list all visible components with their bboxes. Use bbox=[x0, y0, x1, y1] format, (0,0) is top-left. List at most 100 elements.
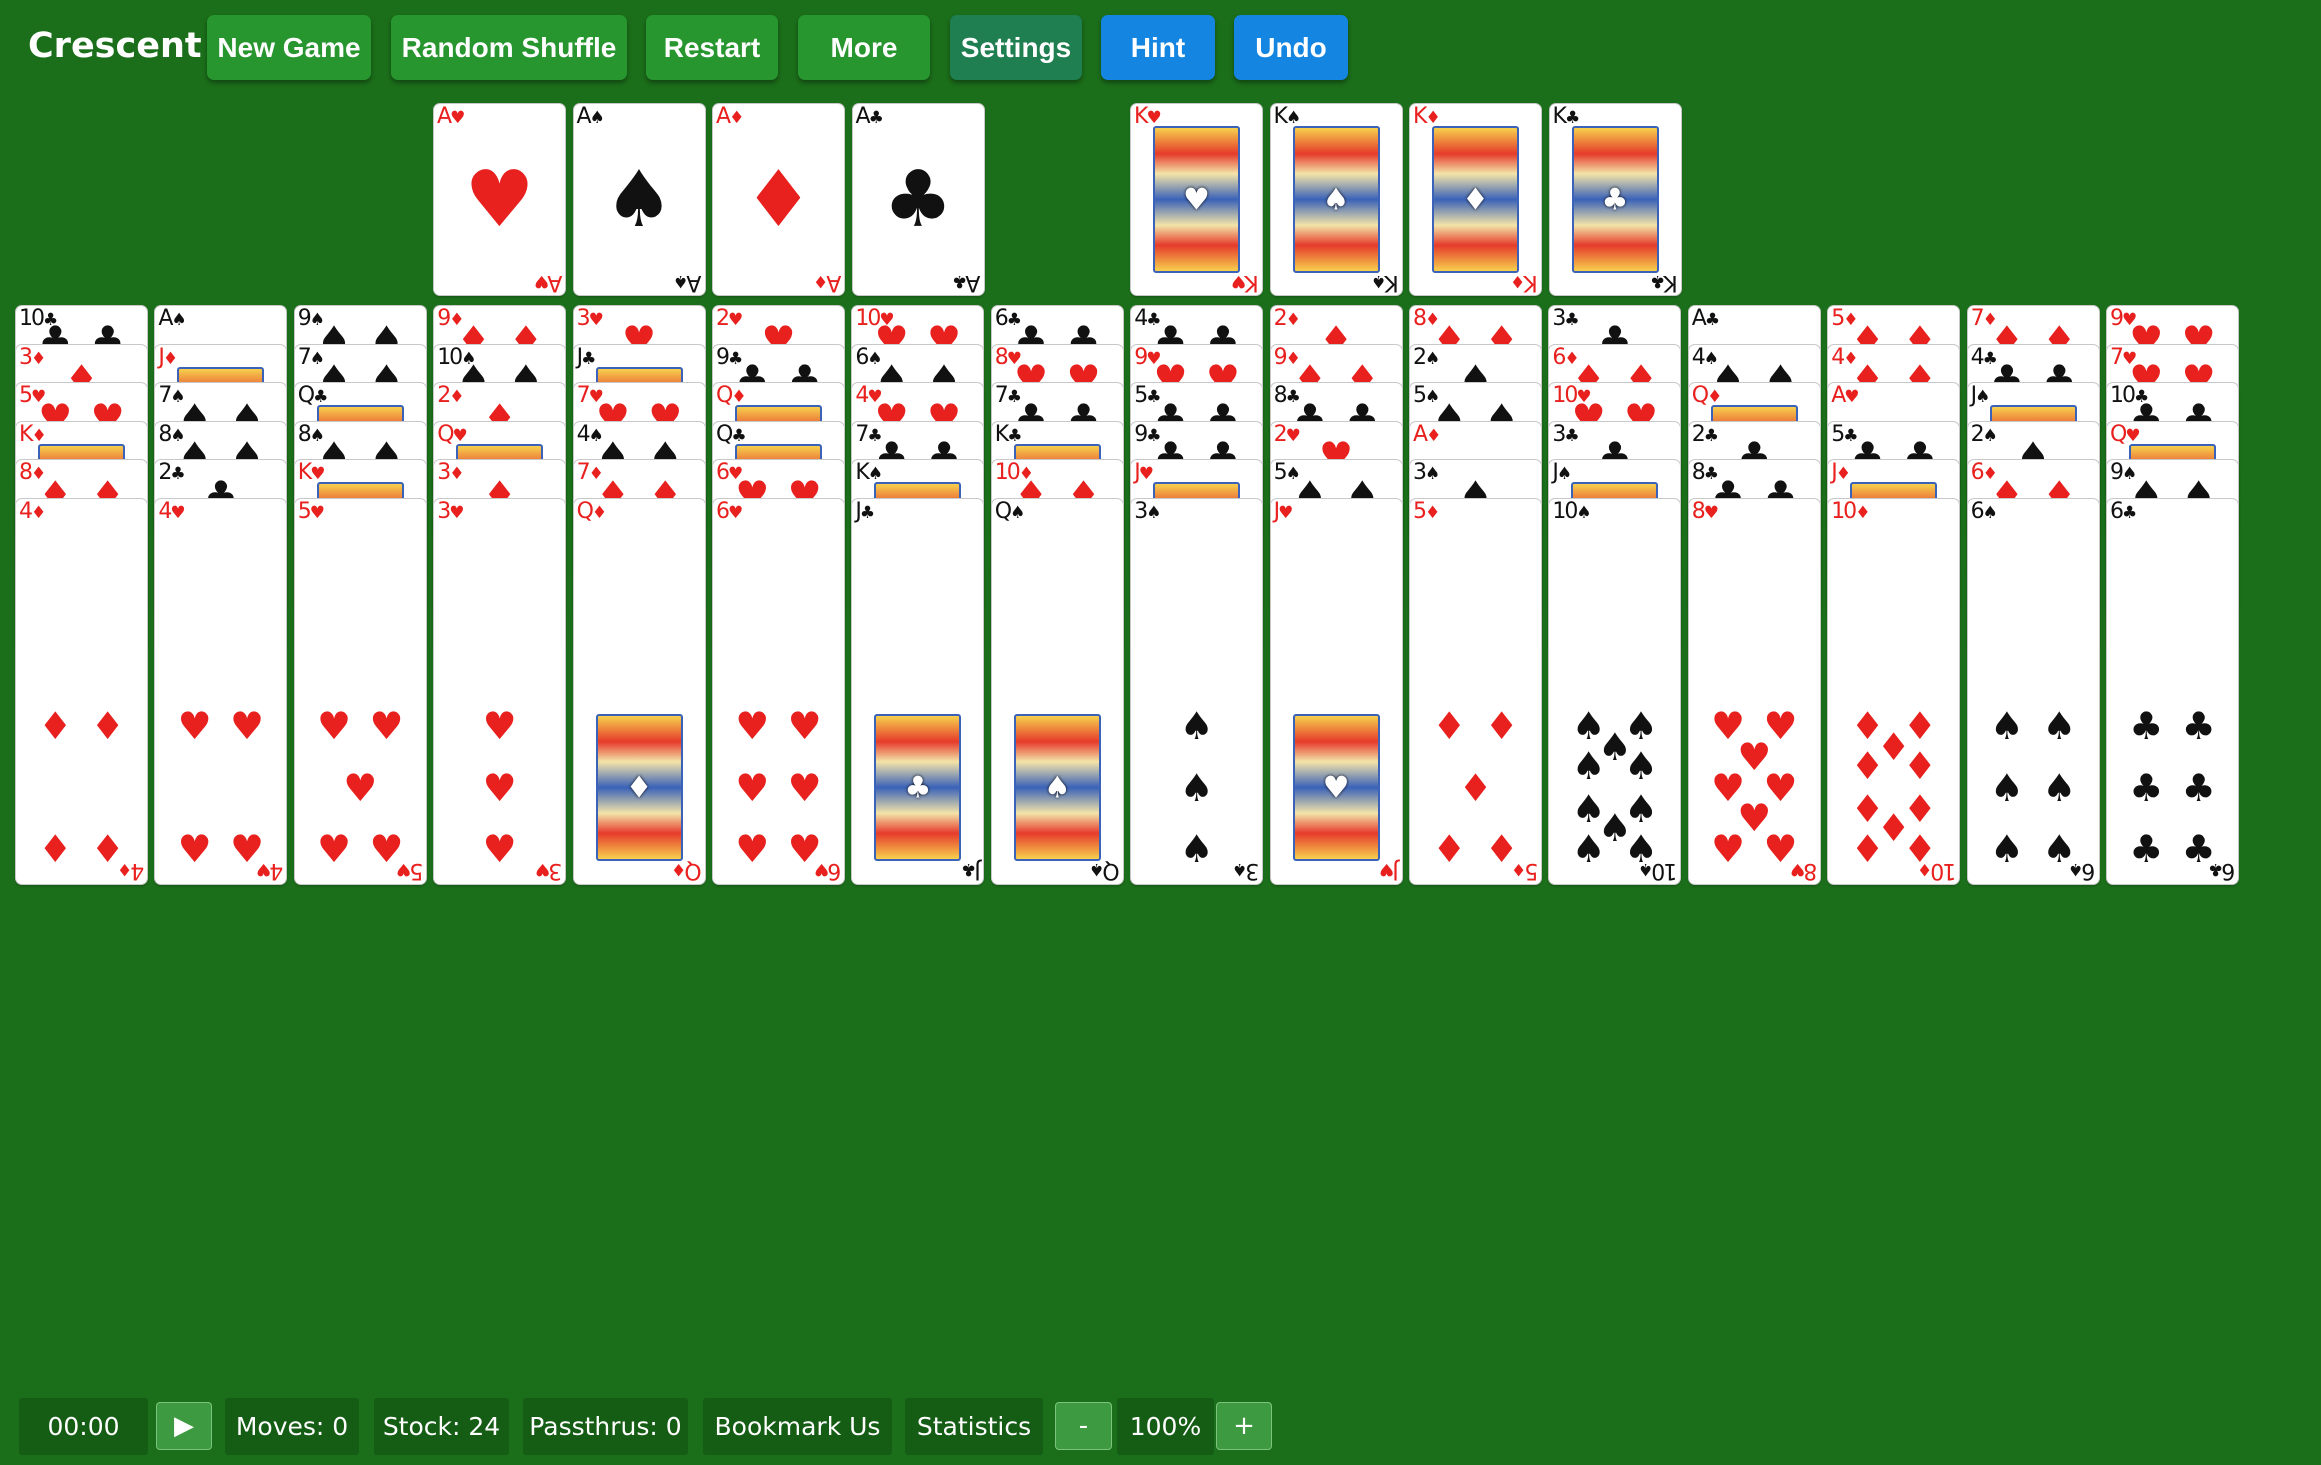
card-body: J♥ ♥ bbox=[1271, 692, 1402, 883]
card-body: K♥♥ bbox=[1131, 104, 1262, 295]
suit-hearts-icon: ♥ bbox=[1703, 503, 1720, 523]
suit-diamonds-icon: ♦ bbox=[90, 826, 125, 871]
card-6-of-spades[interactable]: 6♠6♠♠♠♠♠♠♠ bbox=[1967, 499, 2099, 884]
card-6-of-hearts[interactable]: 6♥ 6♥♥♥♥♥♥♥ bbox=[713, 499, 844, 884]
card-rank: 4 bbox=[19, 499, 33, 524]
card-index: J♣ bbox=[855, 501, 875, 524]
stock-counter: Stock: 24 bbox=[374, 1398, 509, 1455]
bookmark-link[interactable]: Bookmark Us bbox=[703, 1398, 892, 1455]
card-index: 6♣ bbox=[2110, 501, 2137, 524]
card-rank: 3 bbox=[1134, 499, 1148, 524]
suit-diamonds-icon: ♦ bbox=[1510, 271, 1526, 291]
suit-spades-icon: ♠ bbox=[1370, 271, 1387, 291]
suit-spades-icon: ♠ bbox=[1571, 744, 1606, 789]
card-ace-of-diamonds[interactable]: A♦A♦♦ bbox=[713, 104, 844, 295]
card-rank: 6 bbox=[2110, 499, 2124, 524]
suit-diamonds-icon: ♦ bbox=[812, 271, 828, 291]
card-body: 5♦♦♦♦♦♦ bbox=[1410, 692, 1541, 883]
suit-diamonds-icon: ♦ bbox=[31, 503, 47, 523]
card-10-of-diamonds[interactable]: 10♦10♦♦♦♦♦♦♦♦♦♦♦ bbox=[1828, 499, 1960, 884]
suit-hearts-icon: ♥ bbox=[177, 826, 212, 871]
card-rank: 5 bbox=[1413, 499, 1427, 524]
card-3-of-spades[interactable]: 3♠3♠♠♠♠ bbox=[1131, 499, 1263, 884]
suit-clubs-icon: ♣ bbox=[2122, 503, 2138, 523]
suit-hearts-icon: ♥ bbox=[369, 704, 404, 749]
card-index: 10♠ bbox=[1552, 501, 1591, 524]
card-jack-of-hearts[interactable]: J♥J♥ ♥ bbox=[1270, 499, 1402, 884]
zoom-in-button[interactable]: + bbox=[1216, 1402, 1272, 1450]
suit-diamonds-icon: ♦ bbox=[38, 826, 73, 871]
card-6-of-clubs[interactable]: 6♣6♣♣♣♣♣♣♣ bbox=[2107, 499, 2238, 884]
statistics-link[interactable]: Statistics bbox=[905, 1398, 1043, 1455]
card-index: 10♦ bbox=[1831, 501, 1870, 524]
card-index-bottom: A♣ bbox=[952, 270, 981, 295]
card-rank: 10 bbox=[1831, 499, 1857, 524]
suit-spades-icon: ♠ bbox=[1010, 503, 1026, 523]
timer: 00:00 bbox=[19, 1398, 148, 1455]
card-4-of-hearts[interactable]: 4♥4♥♥♥♥♥ bbox=[155, 499, 287, 884]
card-queen-of-spades[interactable]: Q♠ Q♠ ♠ bbox=[991, 499, 1123, 884]
random-shuffle-button[interactable]: Random Shuffle bbox=[391, 15, 627, 80]
suit-diamonds-icon: ♦ bbox=[1850, 826, 1885, 871]
undo-button[interactable]: Undo bbox=[1234, 15, 1348, 80]
suit-spades-icon: ♠ bbox=[2042, 826, 2077, 871]
card-body: 6♥♥♥♥♥♥♥ bbox=[713, 692, 844, 883]
card-queen-of-diamonds[interactable]: Q♦Q♦♦ bbox=[573, 499, 705, 884]
card-index-bottom: J♥ bbox=[1378, 858, 1399, 883]
card-king-of-spades[interactable]: K♠K♠♠ bbox=[1270, 104, 1402, 295]
card-king-of-hearts[interactable]: K♥K♥♥ bbox=[1131, 104, 1262, 295]
card-index-bottom: J♣ bbox=[960, 858, 981, 883]
suit-spades-icon: ♠ bbox=[1043, 770, 1071, 805]
suit-hearts-icon: ♥ bbox=[533, 271, 549, 291]
restart-button[interactable]: Restart bbox=[646, 15, 778, 80]
suit-hearts-icon: ♥ bbox=[1763, 826, 1798, 871]
card-ace-of-clubs[interactable]: A♣A♣♣ bbox=[852, 104, 984, 295]
suit-spades-icon: ♠ bbox=[1624, 744, 1659, 789]
suit-spades-icon: ♠ bbox=[1576, 503, 1592, 523]
card-index: 6♠ bbox=[1971, 501, 1998, 524]
suit-spades-icon: ♠ bbox=[1231, 859, 1248, 879]
more-button[interactable]: More bbox=[798, 15, 930, 80]
card-5-of-diamonds[interactable]: 5 ♦5♦♦♦♦♦♦ bbox=[1410, 499, 1541, 884]
suit-spades-icon: ♠ bbox=[2042, 765, 2077, 810]
suit-spades-icon: ♠ bbox=[1179, 826, 1214, 871]
card-index-bottom: K♣ bbox=[1649, 270, 1678, 295]
suit-diamonds-icon: ♦ bbox=[1484, 704, 1519, 749]
card-5-of-hearts[interactable]: 5♥5♥♥♥♥♥♥ bbox=[294, 499, 426, 884]
card-index-bottom: A♠ bbox=[673, 270, 702, 295]
card-king-of-clubs[interactable]: K♣K♣♣ bbox=[1549, 104, 1681, 295]
play-button[interactable]: ▶ bbox=[156, 1402, 212, 1450]
card-body: 10♦♦♦♦♦♦♦♦♦♦♦ bbox=[1828, 692, 1959, 883]
card-index-bottom: K♠ bbox=[1370, 270, 1399, 295]
card-body: 3♥♥♥♥ bbox=[434, 692, 565, 883]
card-index: 6♥ bbox=[716, 501, 743, 524]
suit-hearts-icon: ♥ bbox=[1322, 770, 1350, 805]
card-body: Q♠ ♠ bbox=[992, 692, 1123, 883]
card-body: A♦♦ bbox=[713, 104, 844, 296]
card-king-of-diamonds[interactable]: K♦K♦♦ bbox=[1410, 104, 1541, 295]
hint-button[interactable]: Hint bbox=[1101, 15, 1215, 80]
settings-button[interactable]: Settings bbox=[950, 15, 1082, 80]
card-3-of-hearts[interactable]: 3♥3♥♥♥♥ bbox=[434, 499, 566, 884]
card-body: Q♦♦ bbox=[574, 692, 705, 883]
zoom-level: 100% bbox=[1117, 1398, 1214, 1455]
card-ace-of-spades[interactable]: A♠A♠♠ bbox=[573, 104, 705, 295]
card-index-bottom: Q♦ bbox=[671, 858, 702, 883]
card-ace-of-hearts[interactable]: A♥A♥♥ bbox=[434, 104, 565, 295]
card-4-of-diamonds[interactable]: 4♦4♦♦♦♦♦ bbox=[16, 499, 147, 884]
card-index: 3♠ bbox=[1134, 501, 1161, 524]
card-8-of-hearts[interactable]: 8♥8♥♥♥♥♥♥♥♥♥ bbox=[1688, 499, 1820, 884]
suit-spades-icon: ♠ bbox=[2042, 704, 2077, 749]
zoom-out-button[interactable]: - bbox=[1055, 1402, 1112, 1450]
suit-hearts-icon: ♥ bbox=[1231, 271, 1247, 291]
card-rank: 3 bbox=[437, 499, 451, 524]
suit-hearts-icon: ♥ bbox=[735, 826, 770, 871]
court-figure-icon: ♥ bbox=[1153, 126, 1240, 273]
new-game-button[interactable]: New Game bbox=[207, 15, 371, 80]
suit-hearts-icon: ♥ bbox=[1278, 503, 1294, 523]
suit-clubs-icon: ♣ bbox=[904, 770, 932, 805]
card-jack-of-clubs[interactable]: J♣ J♣ ♣ bbox=[852, 499, 984, 884]
toolbar: Crescent New Game Random Shuffle Restart… bbox=[0, 0, 2321, 100]
card-10-of-spades[interactable]: 10♠10♠♠♠♠♠♠♠♠♠♠♠ bbox=[1549, 499, 1681, 884]
suit-hearts-icon: ♥ bbox=[1183, 182, 1210, 217]
